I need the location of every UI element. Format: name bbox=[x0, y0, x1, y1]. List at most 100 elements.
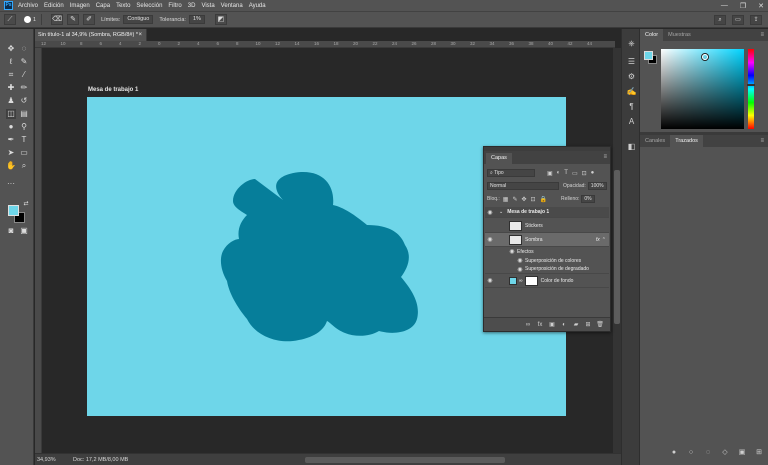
paragraph-panel-icon[interactable]: ¶ bbox=[626, 102, 637, 112]
filter-pixel-icon[interactable]: ▣ bbox=[547, 170, 553, 177]
limits-select[interactable]: Contiguo bbox=[123, 15, 154, 24]
zoom-tool-icon[interactable]: ⌕ bbox=[19, 161, 29, 171]
vertical-scroll-thumb[interactable] bbox=[614, 170, 620, 324]
filter-smart-icon[interactable]: ⊡ bbox=[582, 170, 587, 177]
blur-tool-icon[interactable]: ● bbox=[6, 122, 16, 132]
brush-settings-icon[interactable]: ✍ bbox=[626, 87, 637, 97]
effect-name[interactable]: Superposición de degradado bbox=[525, 266, 589, 272]
tab-paths[interactable]: Trazados bbox=[670, 135, 703, 147]
tab-color[interactable]: Color bbox=[640, 29, 664, 41]
lasso-tool-icon[interactable]: ℓ bbox=[6, 57, 16, 67]
tool-preset-icon[interactable]: ⟋ bbox=[4, 14, 16, 25]
tolerance-input[interactable]: 1% bbox=[188, 15, 205, 24]
artboard-label[interactable]: Mesa de trabajo 1 bbox=[88, 87, 138, 93]
link-icon[interactable]: ∞ bbox=[519, 278, 523, 284]
add-mask-icon[interactable]: ▣ bbox=[548, 321, 556, 328]
close-button[interactable]: ✕ bbox=[758, 2, 764, 10]
menu-edicion[interactable]: Edición bbox=[44, 3, 64, 9]
visibility-eye-icon[interactable]: ◉ bbox=[485, 236, 495, 243]
color-picker-ring[interactable] bbox=[702, 54, 708, 60]
menu-vista[interactable]: Vista bbox=[201, 3, 214, 9]
menu-3d[interactable]: 3D bbox=[188, 3, 196, 9]
chevron-up-icon[interactable]: ⌃ bbox=[602, 237, 606, 243]
layer-filter-select[interactable]: ⌕ Tipo bbox=[487, 169, 535, 177]
character-panel-icon[interactable]: A bbox=[626, 117, 637, 127]
eraser-mode-icon[interactable]: ⌫ bbox=[51, 14, 64, 25]
effects-eye-icon[interactable]: ◉ bbox=[507, 248, 517, 255]
screen-mode-icon[interactable]: ▣ bbox=[19, 226, 29, 236]
eraser-tool-icon[interactable]: ◫ bbox=[6, 109, 16, 119]
quick-mask-icon[interactable]: ◙ bbox=[6, 226, 16, 236]
adjustments-panel-icon[interactable]: ⚙ bbox=[626, 72, 637, 82]
sample-once-icon[interactable]: ✎ bbox=[67, 14, 80, 25]
foreground-color-chip[interactable] bbox=[644, 51, 653, 60]
panel-menu-icon[interactable]: ≡ bbox=[603, 154, 607, 160]
history-brush-tool-icon[interactable]: ↺ bbox=[19, 96, 29, 106]
add-mask-icon[interactable]: ▣ bbox=[738, 449, 746, 457]
adjustment-layer-icon[interactable]: ◐ bbox=[560, 322, 568, 328]
effect-eye-icon[interactable]: ◉ bbox=[515, 266, 525, 273]
delete-layer-icon[interactable]: 🗑 bbox=[596, 321, 604, 328]
stamp-tool-icon[interactable]: ♟ bbox=[6, 96, 16, 106]
new-group-icon[interactable]: ▰ bbox=[572, 321, 580, 328]
layers-panel-icon[interactable]: ◧ bbox=[626, 142, 637, 152]
opacity-input[interactable]: 100% bbox=[587, 182, 607, 190]
marquee-tool-icon[interactable]: ◌ bbox=[19, 44, 29, 54]
brush-preview-icon[interactable] bbox=[24, 16, 31, 23]
document-info[interactable]: Doc: 17,2 MB/8,00 MB bbox=[73, 457, 128, 463]
dodge-tool-icon[interactable]: ⚲ bbox=[19, 122, 29, 132]
path-select-tool-icon[interactable]: ➤ bbox=[6, 148, 16, 158]
healing-tool-icon[interactable]: ✚ bbox=[6, 83, 16, 93]
menu-archivo[interactable]: Archivo bbox=[18, 3, 38, 9]
share-icon[interactable]: ⇪ bbox=[750, 15, 762, 25]
protect-foreground-icon[interactable]: ◩ bbox=[214, 14, 227, 25]
filter-type-icon[interactable]: T bbox=[564, 170, 568, 176]
hue-slider[interactable] bbox=[748, 49, 754, 129]
fill-path-icon[interactable]: ● bbox=[670, 449, 678, 457]
more-tools-icon[interactable]: ··· bbox=[6, 179, 16, 189]
swap-colors-icon[interactable]: ⇄ bbox=[21, 199, 31, 209]
new-path-icon[interactable]: ⊞ bbox=[755, 449, 763, 457]
visibility-eye-icon[interactable]: ◉ bbox=[485, 209, 495, 216]
search-icon[interactable]: ⌕ bbox=[714, 15, 726, 25]
make-path-icon[interactable]: ◇ bbox=[721, 449, 729, 457]
effect-gradient-overlay-row[interactable]: ◉ Superposición de degradado bbox=[485, 265, 609, 274]
menu-capa[interactable]: Capa bbox=[96, 3, 110, 9]
layer-row-background[interactable]: ◉ ∞ Color de fondo bbox=[485, 274, 609, 288]
quick-select-tool-icon[interactable]: ✎ bbox=[19, 57, 29, 67]
fx-icon[interactable]: fx bbox=[596, 237, 600, 243]
chevron-down-icon[interactable]: ⌄ bbox=[499, 209, 503, 215]
tab-layers[interactable]: Capas bbox=[486, 153, 512, 164]
layer-name[interactable]: Stickers bbox=[525, 223, 543, 229]
lock-position-icon[interactable]: ✥ bbox=[522, 196, 527, 203]
filter-toggle-icon[interactable]: ● bbox=[591, 170, 595, 176]
photoshop-logo-icon[interactable]: Ps bbox=[4, 1, 13, 10]
close-document-icon[interactable]: × bbox=[138, 29, 142, 41]
eyedropper-tool-icon[interactable]: ⁄ bbox=[19, 70, 29, 80]
restore-button[interactable]: ❐ bbox=[740, 2, 746, 10]
layer-row-sombra[interactable]: ◉ Sombra fx ⌃ bbox=[485, 233, 609, 247]
menu-texto[interactable]: Texto bbox=[116, 3, 130, 9]
effect-color-overlay-row[interactable]: ◉ Superposición de colores bbox=[485, 256, 609, 265]
tab-channels[interactable]: Canales bbox=[640, 135, 670, 147]
layer-name[interactable]: Color de fondo bbox=[541, 278, 574, 284]
gradient-tool-icon[interactable]: ▤ bbox=[19, 109, 29, 119]
fill-input[interactable]: 0% bbox=[581, 195, 595, 203]
new-layer-icon[interactable]: ⊞ bbox=[584, 321, 592, 328]
horizontal-scroll-thumb[interactable] bbox=[305, 457, 505, 463]
tab-swatches[interactable]: Muestras bbox=[663, 29, 696, 41]
menu-ventana[interactable]: Ventana bbox=[221, 3, 243, 9]
menu-filtro[interactable]: Filtro bbox=[168, 3, 181, 9]
shape-tool-icon[interactable]: ▭ bbox=[19, 148, 29, 158]
menu-ayuda[interactable]: Ayuda bbox=[249, 3, 266, 9]
properties-panel-icon[interactable]: ☰ bbox=[626, 57, 637, 67]
lock-transparent-icon[interactable]: ▦ bbox=[503, 196, 509, 203]
menu-imagen[interactable]: Imagen bbox=[70, 3, 90, 9]
lock-image-icon[interactable]: ✎ bbox=[512, 196, 517, 203]
lock-artboard-icon[interactable]: ⊡ bbox=[531, 196, 536, 203]
type-tool-icon[interactable]: T bbox=[19, 135, 29, 145]
layer-row-stickers[interactable]: Stickers bbox=[485, 219, 609, 233]
layer-name[interactable]: Sombra bbox=[525, 237, 543, 243]
effect-eye-icon[interactable]: ◉ bbox=[515, 257, 525, 264]
lock-all-icon[interactable]: 🔒 bbox=[540, 196, 547, 203]
